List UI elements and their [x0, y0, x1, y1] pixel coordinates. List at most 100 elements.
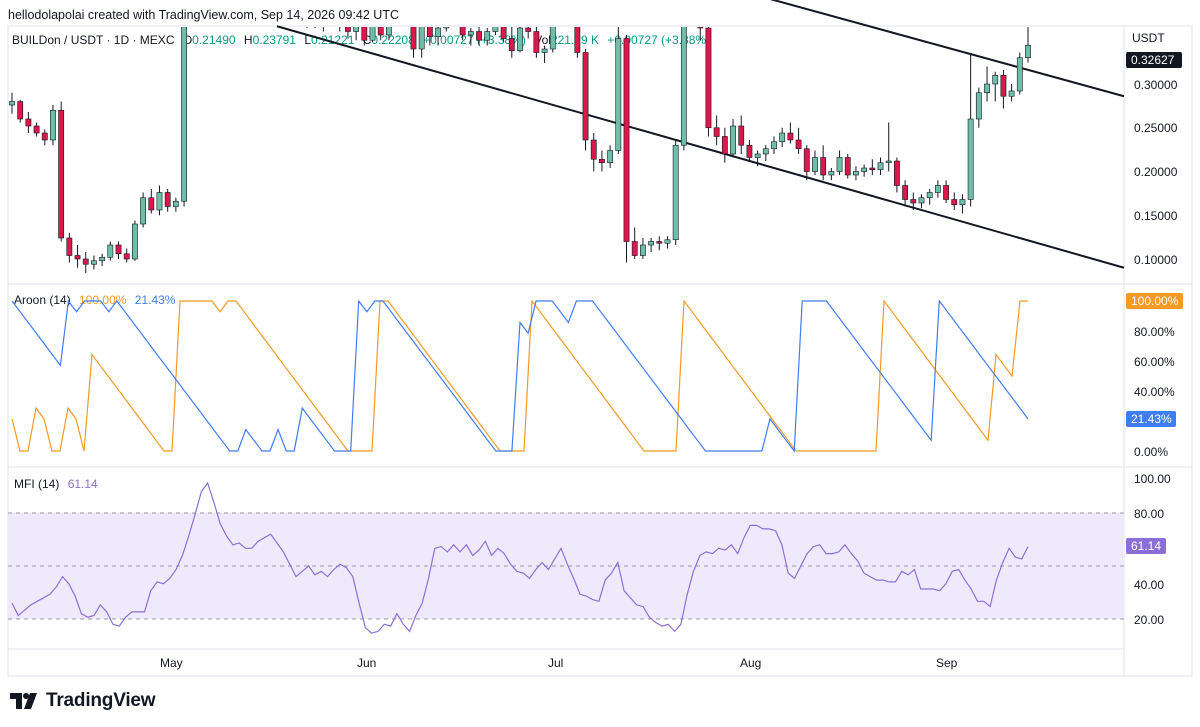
candle-body	[66, 237, 73, 256]
candle-body	[967, 118, 974, 200]
candle-body	[508, 38, 515, 52]
time-label-sep: Sep	[936, 656, 958, 670]
candle-body	[640, 244, 646, 256]
time-label-jun: Jun	[357, 656, 376, 670]
candle-body	[377, 27, 384, 36]
mfi-tick: 80.00	[1134, 507, 1164, 521]
candle-body	[762, 148, 769, 155]
channel-lower-line	[276, 25, 1125, 269]
candle-body	[664, 239, 671, 244]
candle-body	[296, 0, 301, 11]
candle-body	[787, 132, 794, 141]
candle-body	[680, 27, 687, 146]
candle-body	[558, 0, 563, 14]
price-tick: 0.30000	[1134, 78, 1178, 92]
aroon-tick: 60.00%	[1134, 355, 1175, 369]
candle-body	[853, 171, 859, 176]
mfi-tick: 100.00	[1134, 472, 1171, 486]
candle-body	[107, 244, 114, 258]
candle-body	[345, 27, 351, 32]
candle-body	[975, 92, 982, 120]
candle-body	[656, 241, 663, 244]
candle-body	[549, 27, 556, 50]
candle-body	[82, 258, 89, 265]
candle-body	[353, 27, 360, 32]
candle-body	[812, 157, 818, 172]
mfi-tag-text: 61.14	[1131, 539, 1161, 553]
candle-body	[705, 27, 712, 129]
candle-body	[959, 199, 966, 206]
candle-body	[730, 125, 736, 155]
candle-body	[533, 31, 540, 53]
price-tick: 0.25000	[1134, 121, 1178, 135]
price-axis-currency: USDT	[1132, 31, 1165, 45]
aroon-pane[interactable]	[11, 299, 1029, 453]
candle-body	[1008, 90, 1015, 97]
time-label-may: May	[160, 656, 183, 670]
candle-body	[844, 157, 851, 176]
candle-body	[17, 101, 24, 120]
aroon-tick: 0.00%	[1134, 445, 1168, 459]
candle-body	[525, 27, 532, 32]
candle-body	[410, 27, 417, 50]
candle-body	[926, 192, 933, 199]
candle-body	[607, 150, 614, 164]
price-tick: 0.20000	[1134, 165, 1178, 179]
candle-body	[164, 192, 171, 207]
candle-body	[329, 5, 334, 14]
candle-body	[672, 144, 679, 241]
candle-body	[492, 27, 499, 32]
mfi-tick: 20.00	[1134, 613, 1164, 627]
current-price-tag-text: 0.32627	[1131, 53, 1175, 67]
candle-body	[615, 38, 622, 151]
candle-body	[738, 125, 745, 146]
candle-body	[156, 192, 163, 211]
candle-body	[123, 253, 130, 260]
candle-body	[771, 141, 777, 150]
candle-body	[313, 0, 318, 21]
mfi-tick: 40.00	[1134, 578, 1164, 592]
candle-body	[361, 27, 368, 41]
candle-body	[828, 171, 835, 176]
candle-body	[1000, 74, 1007, 97]
candle-body	[803, 148, 810, 172]
candle-body	[631, 241, 638, 256]
aroon-tick: 80.00%	[1134, 325, 1175, 339]
candle-body	[877, 162, 884, 171]
price-tick: 0.10000	[1134, 253, 1178, 267]
mfi-pane[interactable]	[8, 481, 1124, 634]
tradingview-logo-icon	[10, 693, 37, 709]
candle-body	[148, 197, 155, 211]
candle-body	[337, 5, 342, 23]
tradingview-logo[interactable]: TradingView	[10, 690, 156, 712]
candle-body	[304, 0, 309, 11]
candle-body	[992, 74, 999, 85]
price-tick: 0.15000	[1134, 209, 1178, 223]
candle-body	[713, 127, 720, 137]
candle-body	[99, 256, 106, 262]
candle-body	[426, 27, 433, 38]
candle-body	[910, 199, 917, 204]
candle-body	[894, 160, 900, 186]
candle-body	[746, 144, 753, 158]
candle-body	[74, 255, 81, 260]
candle-body	[541, 48, 548, 53]
candle-body	[795, 139, 802, 150]
candle-body	[934, 185, 941, 193]
price-pane[interactable]	[9, 0, 1125, 273]
candle-body	[500, 27, 507, 39]
candle-body	[721, 136, 728, 155]
chart-canvas[interactable]: USDT 0.30000 0.25000 0.20000 0.15000 0.1…	[0, 0, 1200, 727]
candle-body	[574, 27, 581, 53]
time-label-jul: Jul	[548, 656, 563, 670]
candle-body	[1016, 57, 1023, 92]
time-label-aug: Aug	[740, 656, 761, 670]
candle-body	[484, 31, 491, 41]
candle-body	[820, 157, 827, 176]
candle-body	[582, 52, 589, 141]
candle-body	[58, 109, 65, 239]
aroon-down-line	[11, 299, 1029, 453]
candle-body	[476, 31, 482, 41]
tradingview-logo-text: TradingView	[46, 690, 156, 711]
candle-body	[836, 157, 843, 172]
